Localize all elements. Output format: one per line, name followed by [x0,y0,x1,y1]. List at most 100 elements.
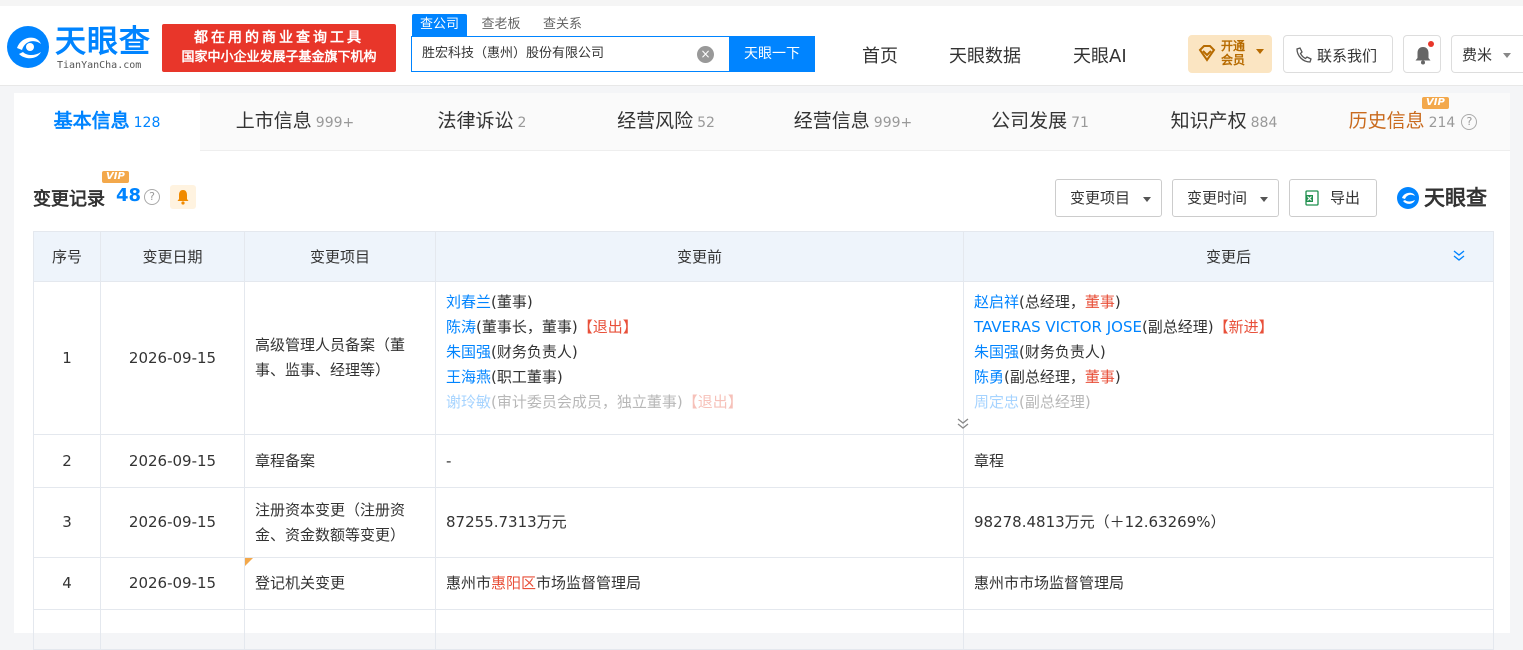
tab-basic-info[interactable]: 基本信息 128 [14,93,200,151]
person-link[interactable]: 陈涛 [446,318,476,336]
search-tab-company[interactable]: 查公司 [412,14,468,36]
col-header-item: 变更项目 [244,231,436,282]
person-link[interactable]: TAVERAS VICTOR JOSE [974,318,1142,336]
nav-data[interactable]: 天眼数据 [949,42,1021,68]
chevron-down-icon [1256,49,1264,54]
person-link[interactable]: 朱国强 [446,343,491,361]
chevron-down-icon [1503,53,1511,58]
person-line: 朱国强(财务负责人) [974,343,1106,361]
chevron-down-icon [1260,197,1268,202]
help-icon[interactable]: ? [1461,113,1478,130]
corner-mark [245,558,253,566]
table-row: 1 2026-09-15 高级管理人员备案（董事、监事、经理等） 刘春兰(董事)… [33,281,1494,435]
person-line: TAVERAS VICTOR JOSE(副总经理)【新进】 [974,318,1274,336]
exit-tag: 【退出】 [577,318,638,336]
notification-dot [1428,41,1434,47]
row-item: 章程备案 [244,434,436,488]
bell-icon [1415,47,1431,65]
person-line: 谢玲敏(审计委员会成员，独立董事)【退出】 [446,393,743,411]
change-item-filter[interactable]: 变更项目 [1055,179,1162,217]
contact-us-button[interactable]: 联系我们 [1283,35,1393,73]
person-link[interactable]: 周定忠 [974,393,1019,411]
person-line: 陈涛(董事长，董事)【退出】 [446,318,638,336]
excel-icon [1305,190,1319,206]
row-no: 3 [33,487,101,558]
table-row: 3 2026-09-15 注册资本变更（注册资金、资金数额等变更） 87255.… [33,487,1494,558]
section-title: 变更记录 [33,189,105,210]
row-after[interactable]: 章程 [963,434,1494,488]
row-before: 刘春兰(董事) 陈涛(董事长，董事)【退出】 朱国强(财务负责人) 王海燕(职工… [435,281,969,435]
row-item: 注册资本变更（注册资金、资金数额等变更） [244,487,436,558]
notification-button[interactable] [1403,35,1441,73]
expand-more-icon[interactable] [956,416,970,430]
row-after: 98278.4813万元（＋12.63269%） [963,487,1494,558]
contact-us-label: 联系我们 [1317,47,1378,65]
vip-label: 开通 会员 [1221,39,1246,67]
col-header-no: 序号 [33,231,101,282]
table-row: 2 2026-09-15 章程备案 - 章程 [33,434,1494,488]
clear-icon[interactable]: × [697,46,714,63]
table-row: 4 2026-09-15 登记机关变更 惠州市惠阳区市场监督管理局 惠州市市场监… [33,557,1494,610]
row-after: 赵启祥(总经理，董事) TAVERAS VICTOR JOSE(副总经理)【新进… [963,281,1494,435]
row-no: 2 [33,434,101,488]
tab-business-info[interactable]: 经营信息 999+ [758,93,948,151]
export-button[interactable]: 导出 [1289,179,1377,217]
row-before: 87255.7313万元 [435,487,964,558]
tianyancha-watermark: 天眼查 [1396,184,1496,212]
search-box: × [411,36,729,72]
phone-icon [1296,47,1312,63]
table-header-row: 序号 变更日期 变更项目 变更前 变更后 [33,231,1494,282]
row-date: 2026-09-15 [100,487,245,558]
person-line: 刘春兰(董事) [446,293,533,311]
col-header-date[interactable]: 变更日期 [100,231,245,282]
tab-lawsuits[interactable]: 法律诉讼 2 [390,93,574,151]
person-line: 王海燕(职工董事) [446,368,563,386]
person-link[interactable]: 陈勇 [974,368,1004,386]
promo-line-1: 都在用的商业查询工具 [194,30,364,46]
promo-banner: 都在用的商业查询工具 国家中小企业发展子基金旗下机构 [162,24,396,72]
person-line: 赵启祥(总经理，董事) [974,293,1121,311]
person-link[interactable]: 谢玲敏 [446,393,491,411]
nav-home[interactable]: 首页 [862,42,898,68]
top-header: 天眼查 TianYanCha.com 都在用的商业查询工具 国家中小企业发展子基… [0,0,1523,86]
logo-domain: TianYanCha.com [57,60,142,71]
help-icon[interactable]: ? [144,189,160,205]
tab-business-risk[interactable]: 经营风险 52 [574,93,758,151]
exit-tag: 【退出】 [682,393,743,411]
person-line: 朱国强(财务负责人) [446,343,578,361]
row-no: 4 [33,557,101,610]
chevron-down-icon [1143,197,1151,202]
nav-ai[interactable]: 天眼AI [1073,42,1127,68]
person-link[interactable]: 朱国强 [974,343,1019,361]
promo-line-2: 国家中小企业发展子基金旗下机构 [181,50,377,65]
search-type-tabs: 查公司 查老板 查关系 [412,14,592,36]
search-button[interactable]: 天眼一下 [729,36,815,72]
open-vip-button[interactable]: 开通 会员 [1188,35,1272,73]
row-item: 高级管理人员备案（董事、监事、经理等） [244,281,436,435]
search-tab-relation[interactable]: 查关系 [535,14,590,36]
tab-ip[interactable]: 知识产权 884 [1132,93,1316,151]
tab-history[interactable]: 历史信息 214 ? [1316,93,1510,151]
search-tab-boss[interactable]: 查老板 [473,14,528,36]
table-row [33,609,1494,650]
tab-listing-info[interactable]: 上市信息 999+ [200,93,390,151]
change-records-table: 序号 变更日期 变更项目 变更前 变更后 1 2026-09-15 高级管理人员… [33,231,1494,650]
person-link[interactable]: 王海燕 [446,368,491,386]
person-link[interactable]: 刘春兰 [446,293,491,311]
tab-development[interactable]: 公司发展 71 [948,93,1132,151]
person-line: 周定忠(副总经理) [974,393,1091,411]
tianyancha-logo[interactable]: 天眼查 TianYanCha.com [5,24,155,74]
user-menu[interactable]: 费米 [1451,35,1523,73]
person-link[interactable]: 赵启祥 [974,293,1019,311]
search-input[interactable] [422,37,692,71]
change-time-filter[interactable]: 变更时间 [1172,179,1279,217]
expand-all-icon[interactable] [1452,248,1466,262]
row-before: 惠州市惠阳区市场监督管理局 [435,557,964,610]
row-date: 2026-09-15 [100,434,245,488]
monitor-button[interactable] [170,185,196,209]
col-header-after: 变更后 [963,231,1494,282]
company-tabs: 基本信息 128 上市信息 999+ 法律诉讼 2 经营风险 52 经营信息 999+ 公… [14,93,1510,151]
row-date: 2026-09-15 [100,557,245,610]
diamond-icon [1198,45,1216,62]
vip-badge: VIP [102,171,129,183]
